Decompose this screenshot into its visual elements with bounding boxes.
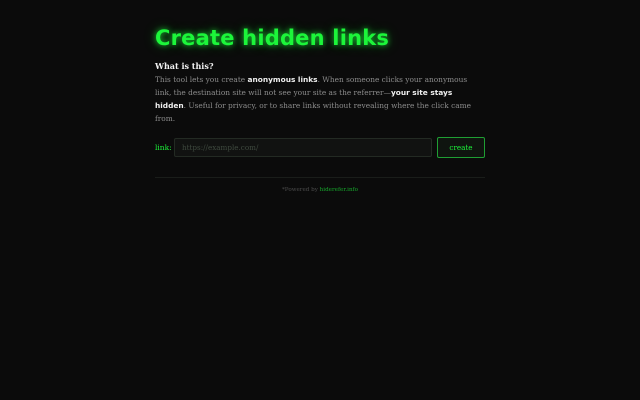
link-label: link: bbox=[155, 143, 172, 152]
footer-prefix: *Powered by bbox=[282, 187, 320, 193]
footer-link[interactable]: hiderefer.info bbox=[320, 187, 358, 193]
info-text-1: This tool lets you create bbox=[155, 75, 248, 84]
info-text-3: . Useful for privacy, or to share links … bbox=[155, 101, 471, 123]
link-form: link: create bbox=[155, 137, 485, 158]
main-container: Create hidden links What is this? This t… bbox=[155, 24, 485, 193]
page-title: Create hidden links bbox=[155, 26, 390, 50]
info-strong-anonymous-links: anonymous links bbox=[247, 75, 318, 84]
footer: *Powered by hiderefer.info bbox=[155, 187, 485, 193]
create-button[interactable]: create bbox=[437, 137, 485, 158]
divider bbox=[155, 177, 485, 178]
url-input[interactable] bbox=[174, 138, 432, 157]
info-description: This tool lets you create anonymous link… bbox=[155, 73, 485, 125]
info-heading: What is this? bbox=[155, 61, 214, 71]
